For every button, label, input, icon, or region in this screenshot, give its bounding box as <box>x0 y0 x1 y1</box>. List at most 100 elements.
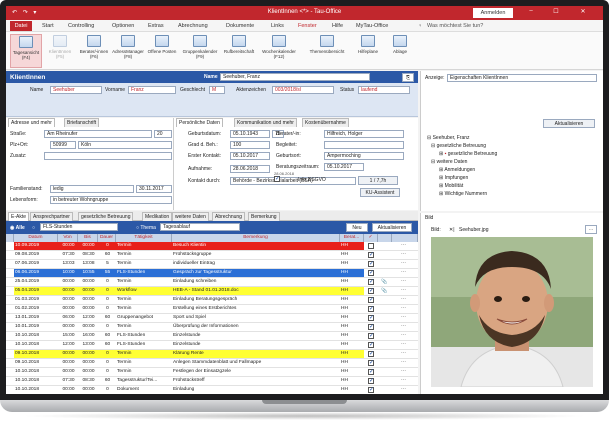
type-radio[interactable]: ○ <box>32 225 35 231</box>
close-icon[interactable]: ✕ <box>578 8 588 15</box>
kontakt-durch-select[interactable]: Behörde - Bezirkssozialarbeit (BSA) <box>230 177 356 185</box>
tree-node-betreuung[interactable]: ⊟ gesetzliche Betreuung <box>431 143 486 149</box>
geschlecht-select[interactable]: M <box>209 86 225 94</box>
aufnahme-field[interactable]: 28.06.2018 <box>230 165 270 173</box>
berater-select[interactable]: Hilfreich, Holger <box>324 130 404 138</box>
col-taetigkeit[interactable]: Tätigkeit <box>116 234 172 242</box>
table-row[interactable]: 10.01.2019 00:00 00:00 0 Termin Überprüfung d… <box>6 323 418 332</box>
tree-leaf-impfungen[interactable]: ⊞ Impfungen <box>439 175 468 181</box>
ribbon-berater-button[interactable]: Berater/-innen (F6) <box>78 34 110 68</box>
row-options-icon[interactable]: ⋯ <box>400 323 406 331</box>
grad-field[interactable]: 100 <box>230 141 270 149</box>
menu-abrechnung[interactable]: Abrechnung <box>178 23 208 29</box>
row-options-icon[interactable]: ⋯ <box>400 332 406 340</box>
done-checkbox[interactable] <box>368 314 374 321</box>
row-options-icon[interactable]: ⋯ <box>400 368 406 376</box>
minimize-icon[interactable]: – <box>526 8 536 14</box>
done-checkbox[interactable] <box>368 341 374 348</box>
ribbon-klientinnen-button[interactable]: KlientInnen (F5) <box>44 34 76 68</box>
row-options-icon[interactable]: ⋯ <box>400 242 406 250</box>
table-row[interactable]: 10.10.2018 07:30 08:30 60 Tagesstruktur/Tei.… <box>6 377 418 386</box>
done-checkbox[interactable] <box>368 251 374 258</box>
lebensform-select[interactable]: in betreuter Wohngruppe <box>50 196 172 204</box>
ribbon-tagesansicht-button[interactable]: Tagesansicht (F4) <box>10 34 42 68</box>
table-row[interactable]: 07.06.2019 13:03 13:08 5 Termin individueller… <box>6 260 418 269</box>
done-checkbox[interactable] <box>368 323 374 330</box>
row-options-icon[interactable]: ⋯ <box>400 251 406 259</box>
tab-adresse[interactable]: Adresse und mehr <box>8 118 55 127</box>
menu-links[interactable]: Links <box>271 23 284 29</box>
geburtsort-field[interactable]: Ampermoching <box>324 152 404 160</box>
menu-dokumente[interactable]: Dokumente <box>226 23 254 29</box>
done-checkbox[interactable] <box>368 243 374 249</box>
ribbon-ablage-button[interactable]: Ablage <box>384 34 416 68</box>
ribbon-adressmanager-button[interactable]: AdressManager (F8) <box>112 34 144 68</box>
ku-assistent-button[interactable]: KU-Assistent <box>360 188 400 197</box>
ribbon-offene-posten-button[interactable]: Offene Posten <box>146 34 178 68</box>
done-checkbox[interactable] <box>368 368 374 375</box>
geburtsdatum-field[interactable]: 05.10.1943 <box>230 130 270 138</box>
done-checkbox[interactable] <box>368 278 374 285</box>
col-datum[interactable]: Datum <box>14 234 58 242</box>
tab-weitere-daten[interactable]: weitere Daten <box>172 212 209 221</box>
attachment-icon[interactable]: 📎 <box>380 287 387 295</box>
ribbon-hilfeplane-button[interactable]: Hilfeplane <box>352 34 384 68</box>
tree-leaf-wichtige-nummern[interactable]: ⊞ Wichtige Nummern <box>439 191 487 197</box>
tab-briefanschrift[interactable]: Briefanschrift <box>64 118 100 127</box>
menu-mytau-office[interactable]: MyTau-Office <box>356 23 388 29</box>
tab-ansprechpartner[interactable]: Ansprechpartner <box>30 212 73 221</box>
done-checkbox[interactable] <box>368 332 374 339</box>
done-checkbox[interactable] <box>368 359 374 366</box>
begleitet-field[interactable] <box>324 141 404 149</box>
header-action-icon[interactable]: ⎘ <box>402 73 414 82</box>
col-extra[interactable] <box>392 234 418 242</box>
erster-kontakt-field[interactable]: 05.10.2017 <box>230 152 270 160</box>
ribbon-gruppenkalender-button[interactable]: Gruppenkalender (F9) <box>180 34 220 68</box>
table-row[interactable]: 09.10.2018 00:00 00:00 0 Termin Anlegen Stamm… <box>6 359 418 368</box>
aktenzeichen-field[interactable]: 003/2018/sl <box>272 86 334 94</box>
row-options-icon[interactable]: ⋯ <box>400 269 406 277</box>
aktualisieren-list-button[interactable]: Aktualisieren <box>372 223 412 232</box>
ribbon-wochenkalender-button[interactable]: Wochenkalender (F12) <box>258 34 300 68</box>
name-field[interactable]: Seehuber <box>50 86 102 94</box>
row-options-icon[interactable]: ⋯ <box>400 260 406 268</box>
row-options-icon[interactable]: ⋯ <box>400 278 406 286</box>
menu-file[interactable]: Datei <box>10 21 32 31</box>
menu-start[interactable]: Start <box>42 23 54 29</box>
tree-leaf-betreuung[interactable]: ⊞ ▪ gesetzliche Betreuung <box>439 151 497 157</box>
done-checkbox[interactable] <box>368 386 374 393</box>
tree-leaf-mobilitaet[interactable]: ⊞ Mobilität <box>439 183 463 189</box>
col-attach[interactable] <box>378 234 392 242</box>
menu-hilfe[interactable]: Hilfe <box>332 23 343 29</box>
table-row[interactable]: 10.10.2018 15:00 16:00 60 FLS-Stunden Einzels… <box>6 332 418 341</box>
done-checkbox[interactable] <box>368 287 374 294</box>
familienstand-date[interactable]: 30.11.2017 <box>136 185 172 193</box>
done-checkbox[interactable] <box>368 269 374 276</box>
beratungszeitraum-field[interactable]: 05.10.2017 <box>324 163 364 171</box>
name-search-input[interactable]: Seehuber, Franz <box>220 73 370 81</box>
col-bis[interactable]: Bis <box>78 234 98 242</box>
col-done[interactable]: ✓ <box>364 234 378 242</box>
vorname-field[interactable]: Franz <box>128 86 176 94</box>
hausnummer-field[interactable]: 20 <box>154 130 172 138</box>
tell-me-search[interactable]: Was möchtest Sie tun? <box>427 23 483 29</box>
thema-select[interactable]: Tagesablauf <box>160 223 240 231</box>
tree-root[interactable]: ⊟ Seehuber, Franz <box>427 135 470 141</box>
status-select[interactable]: laufend <box>358 86 410 94</box>
col-bemerkung[interactable]: Bemerkung <box>172 234 340 242</box>
maximize-icon[interactable]: ☐ <box>551 8 561 15</box>
row-options-icon[interactable]: ⋯ <box>400 350 406 358</box>
neu-button[interactable]: Neu <box>346 223 368 232</box>
menu-extras[interactable]: Extras <box>148 23 164 29</box>
col-von[interactable]: Von <box>58 234 78 242</box>
tab-bemerkung[interactable]: Bemerkung <box>248 212 280 221</box>
row-options-icon[interactable]: ⋯ <box>400 341 406 349</box>
table-row[interactable]: 09.08.2019 07:30 08:30 60 Termin Frühstücksgr… <box>6 251 418 260</box>
anzeige-select[interactable]: Eigenschaften KlientInnen <box>447 74 597 82</box>
aktualisieren-button[interactable]: Aktualisieren <box>543 119 595 128</box>
col-berater[interactable]: Berat... <box>340 234 364 242</box>
info-dsgvo-checkbox[interactable] <box>274 175 280 182</box>
row-options-icon[interactable]: ⋯ <box>400 386 406 394</box>
tab-persoenliche-daten[interactable]: Persönliche Daten <box>176 118 223 127</box>
table-row[interactable]: 01.02.2019 00:00 00:00 0 Termin Erstellung ei… <box>6 305 418 314</box>
